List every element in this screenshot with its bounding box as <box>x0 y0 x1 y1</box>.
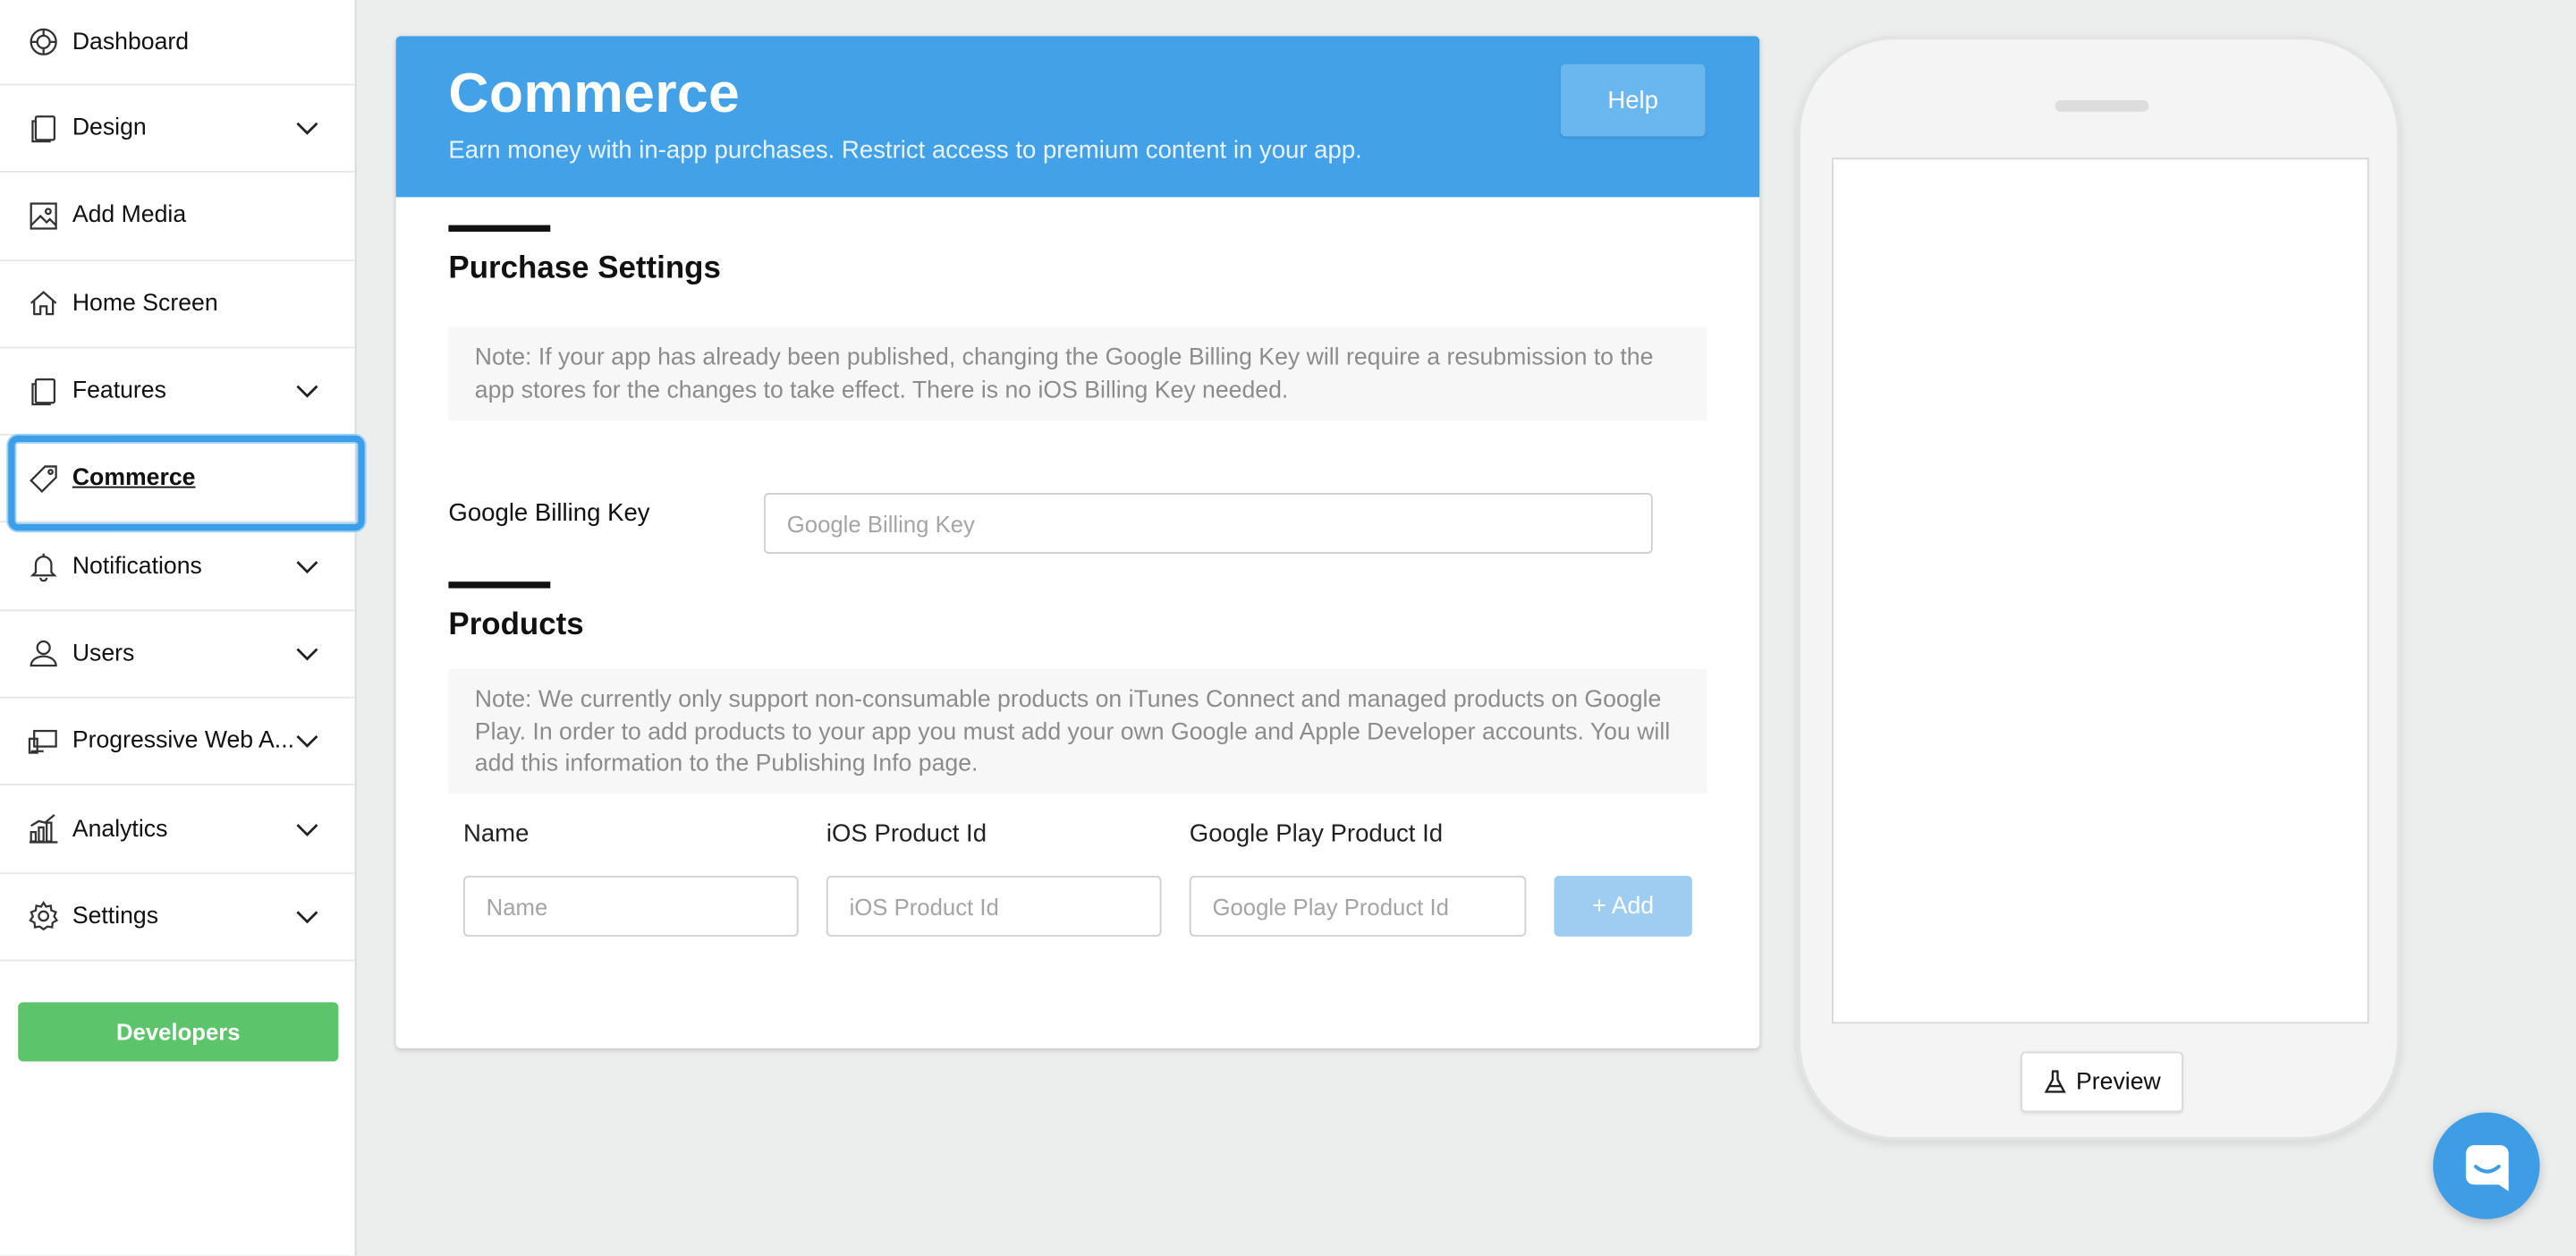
preview-label: Preview <box>2076 1068 2161 1096</box>
sidebar-item-home-screen[interactable]: Home Screen <box>0 260 355 349</box>
sidebar-item-features[interactable]: Features <box>0 348 355 437</box>
phone-screen <box>1831 157 2369 1024</box>
tag-icon <box>26 463 59 496</box>
google-product-id-input[interactable] <box>1189 875 1527 937</box>
sidebar-item-label: Analytics <box>72 815 168 843</box>
flask-icon <box>2044 1070 2066 1093</box>
sidebar-item-notifications[interactable]: Notifications <box>0 523 355 611</box>
chevron-down-icon[interactable] <box>296 379 319 403</box>
chevron-down-icon[interactable] <box>296 642 319 666</box>
chevron-down-icon[interactable] <box>296 905 319 929</box>
image-icon <box>26 199 59 233</box>
sidebar-item-label: Settings <box>72 903 159 930</box>
devices-icon <box>26 725 59 758</box>
features-icon <box>26 375 59 408</box>
products-note: Note: We currently only support non-cons… <box>448 668 1707 794</box>
sidebar-item-dashboard[interactable]: Dashboard <box>0 0 355 86</box>
purchase-settings-section: Purchase Settings <box>448 225 1707 288</box>
user-icon <box>26 637 59 670</box>
sidebar-item-settings[interactable]: Settings <box>0 874 355 962</box>
page-subtitle: Earn money with in-app purchases. Restri… <box>448 136 1362 165</box>
sidebar-item-label: Add Media <box>72 202 187 230</box>
chevron-down-icon[interactable] <box>296 818 319 841</box>
sidebar-item-label: Users <box>72 641 135 667</box>
sidebar-item-design[interactable]: Design <box>0 86 355 174</box>
page-title: Commerce <box>448 62 741 125</box>
section-title: Purchase Settings <box>448 251 721 286</box>
commerce-card: Commerce Earn money with in-app purchase… <box>395 36 1760 1048</box>
home-icon <box>26 287 59 320</box>
section-divider <box>448 581 551 589</box>
chevron-down-icon[interactable] <box>296 555 319 578</box>
sidebar-item-label: Progressive Web A... <box>72 728 294 755</box>
chat-icon <box>2464 1144 2508 1191</box>
sidebar-item-label: Home Screen <box>72 290 218 317</box>
sidebar-item-add-media[interactable]: Add Media <box>0 173 355 261</box>
preview-button[interactable]: Preview <box>2021 1051 2183 1113</box>
add-product-button[interactable]: + Add <box>1554 875 1692 937</box>
sidebar-item-label: Dashboard <box>72 29 190 55</box>
product-name-input[interactable] <box>462 875 799 937</box>
billing-key-input[interactable] <box>764 493 1653 554</box>
bell-icon <box>26 550 59 583</box>
ios-product-id-input[interactable] <box>826 875 1162 937</box>
sidebar-item-label: Features <box>72 378 166 404</box>
page-header: Commerce Earn money with in-app purchase… <box>395 36 1760 198</box>
sidebar-item-analytics[interactable]: Analytics <box>0 786 355 874</box>
sidebar-item-users[interactable]: Users <box>0 611 355 699</box>
column-header-google-product-id: Google Play Product Id <box>1189 819 1444 848</box>
sidebar-item-label: Commerce <box>72 465 196 492</box>
chevron-down-icon[interactable] <box>296 730 319 753</box>
section-divider <box>448 225 551 232</box>
dashboard-icon <box>26 25 59 58</box>
sidebar: Dashboard Design Add Media Home Screen F… <box>0 0 357 1256</box>
chevron-down-icon[interactable] <box>296 117 319 140</box>
products-section: Products <box>448 581 1707 644</box>
design-icon <box>26 112 59 145</box>
column-header-name: Name <box>462 819 530 848</box>
phone-preview: Preview <box>1797 36 2401 1141</box>
section-title: Products <box>448 607 584 643</box>
gear-icon <box>26 900 59 933</box>
developers-button[interactable]: Developers <box>18 1002 339 1062</box>
sidebar-item-label: Design <box>72 115 147 142</box>
billing-key-label: Google Billing Key <box>448 499 650 528</box>
help-button[interactable]: Help <box>1560 64 1706 137</box>
purchase-settings-note: Note: If your app has already been publi… <box>448 327 1707 421</box>
phone-speaker <box>2055 100 2149 112</box>
sidebar-item-progressive-web-app[interactable]: Progressive Web A... <box>0 699 355 786</box>
sidebar-item-label: Notifications <box>72 553 202 580</box>
sidebar-item-commerce[interactable]: Commerce <box>0 436 355 523</box>
bar-chart-icon <box>26 812 59 845</box>
column-header-ios-product-id: iOS Product Id <box>826 819 987 848</box>
chat-launcher[interactable] <box>2433 1112 2540 1219</box>
